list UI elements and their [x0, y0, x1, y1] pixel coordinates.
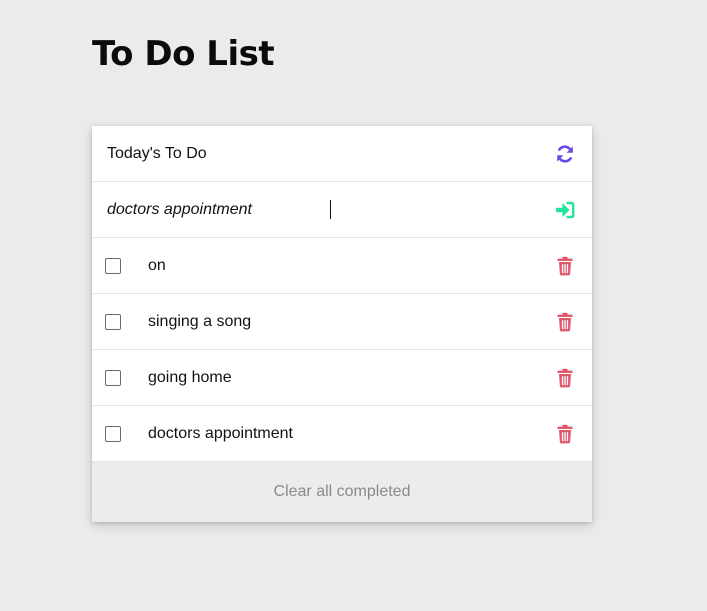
page-title: To Do List: [92, 34, 275, 74]
todo-checkbox[interactable]: [105, 425, 121, 442]
todo-item: going home: [92, 350, 592, 406]
todo-card: Today's To Do doctors appointment on sin…: [92, 126, 592, 522]
todo-checkbox[interactable]: [105, 369, 121, 386]
new-todo-wrap: doctors appointment: [107, 195, 554, 225]
sign-in-icon[interactable]: [554, 199, 576, 221]
todo-item-label: doctors appointment: [148, 424, 293, 442]
todo-page: To Do List Today's To Do doctors appoint…: [0, 0, 707, 611]
todo-item: doctors appointment: [92, 406, 592, 462]
todo-item: on: [92, 238, 592, 294]
refresh-icon[interactable]: [554, 143, 576, 165]
trash-icon[interactable]: [554, 423, 576, 445]
todo-item: singing a song: [92, 294, 592, 350]
todo-item-label: singing a song: [148, 312, 252, 330]
clear-completed-button[interactable]: Clear all completed: [274, 483, 411, 501]
trash-icon[interactable]: [554, 367, 576, 389]
trash-icon[interactable]: [554, 255, 576, 277]
todo-item-label: going home: [148, 368, 232, 386]
todo-item-label: on: [148, 256, 166, 274]
card-header: Today's To Do: [92, 126, 592, 182]
todo-checkbox[interactable]: [105, 313, 121, 330]
new-todo-row: doctors appointment: [92, 182, 592, 238]
trash-icon[interactable]: [554, 311, 576, 333]
text-caret: [329, 200, 331, 219]
todo-checkbox[interactable]: [105, 257, 121, 274]
list-title: Today's To Do: [107, 144, 207, 162]
card-footer: Clear all completed: [92, 462, 592, 522]
new-todo-input[interactable]: doctors appointment: [107, 195, 331, 225]
